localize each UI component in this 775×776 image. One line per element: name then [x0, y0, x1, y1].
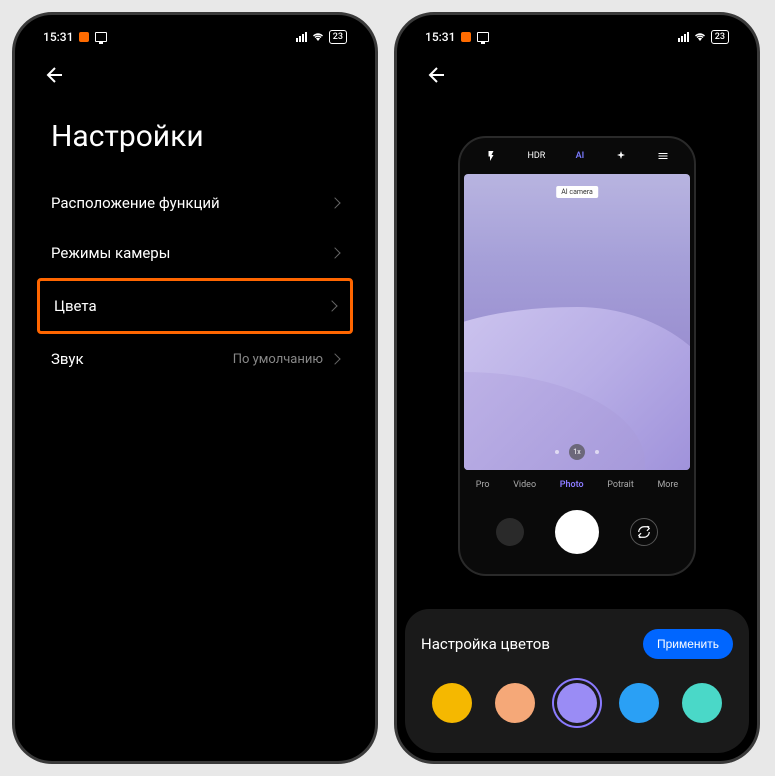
wifi-icon [311, 31, 325, 43]
settings-item-label: Цвета [54, 297, 97, 315]
signal-icon [296, 32, 307, 42]
flash-icon [485, 150, 497, 162]
filter-icon [615, 150, 627, 162]
wifi-icon [693, 31, 707, 43]
screen-settings: 15:31 23 Настройки Расположение функций [23, 23, 367, 753]
status-bar: 15:31 23 [405, 23, 749, 51]
status-right: 23 [296, 30, 347, 44]
status-time: 15:31 [43, 30, 73, 44]
settings-item-label: Расположение функций [51, 194, 220, 212]
status-bar: 15:31 23 [23, 23, 367, 51]
battery-badge: 23 [711, 30, 729, 44]
notification-icon [79, 32, 89, 42]
chevron-right-icon [329, 247, 340, 258]
color-swatch-peach[interactable] [495, 683, 535, 723]
panel-title: Настройка цветов [421, 635, 550, 653]
panel-header: Настройка цветов Применить [421, 629, 733, 659]
status-right: 23 [678, 30, 729, 44]
mode-video: Video [513, 480, 536, 490]
apply-button[interactable]: Применить [643, 629, 733, 659]
settings-list: Расположение функций Режимы камеры Цвета… [23, 178, 367, 384]
color-swatch-teal[interactable] [682, 683, 722, 723]
camera-switch-button [630, 518, 658, 546]
chevron-right-icon [329, 353, 340, 364]
settings-item-label: Режимы камеры [51, 244, 170, 262]
back-arrow-icon [425, 63, 449, 87]
page-title: Настройки [23, 103, 367, 178]
color-row [421, 683, 733, 723]
phone-left: 15:31 23 Настройки Расположение функций [12, 12, 378, 764]
mode-portrait: Potrait [607, 480, 634, 490]
zoom-indicator: 1x [555, 444, 599, 460]
zoom-dot [595, 450, 599, 454]
camera-mock: HDR AI AI camera 1x [458, 136, 696, 576]
back-button[interactable] [23, 51, 367, 103]
cast-icon [477, 32, 489, 42]
color-panel: Настройка цветов Применить [405, 609, 749, 753]
back-arrow-icon [43, 63, 67, 87]
ai-label: AI [576, 151, 585, 161]
color-swatch-blue[interactable] [619, 683, 659, 723]
camera-controls [460, 500, 694, 574]
settings-item-colors[interactable]: Цвета [37, 278, 353, 334]
status-time: 15:31 [425, 30, 455, 44]
battery-badge: 23 [329, 30, 347, 44]
zoom-dot [555, 450, 559, 454]
chevron-right-icon [329, 197, 340, 208]
camera-modes: Pro Video Photo Potrait More [460, 470, 694, 500]
camera-top-bar: HDR AI [460, 138, 694, 174]
zoom-level: 1x [569, 444, 585, 460]
mode-more: More [657, 480, 678, 490]
shutter-button [555, 510, 599, 554]
switch-icon [637, 525, 651, 539]
settings-item-label: Звук [51, 350, 84, 368]
settings-item-value: По умолчанию [233, 352, 323, 367]
camera-viewfinder: AI camera 1x [464, 174, 690, 470]
settings-item-sound[interactable]: Звук По умолчанию [37, 334, 353, 384]
signal-icon [678, 32, 689, 42]
ai-camera-chip: AI camera [556, 186, 598, 198]
notification-icon [461, 32, 471, 42]
chevron-right-icon [326, 300, 337, 311]
phone-right: 15:31 23 HDR AI [394, 12, 760, 764]
color-swatch-purple[interactable] [557, 683, 597, 723]
cast-icon [95, 32, 107, 42]
settings-item-camera-modes[interactable]: Режимы камеры [37, 228, 353, 278]
settings-item-layout[interactable]: Расположение функций [37, 178, 353, 228]
status-left: 15:31 [43, 30, 107, 44]
color-swatch-yellow[interactable] [432, 683, 472, 723]
mode-photo: Photo [560, 480, 584, 490]
mode-pro: Pro [476, 480, 490, 490]
screen-color-settings: 15:31 23 HDR AI [405, 23, 749, 753]
camera-preview-area: HDR AI AI camera 1x [405, 103, 749, 609]
gallery-thumbnail [496, 518, 524, 546]
menu-icon [657, 150, 669, 162]
status-left: 15:31 [425, 30, 489, 44]
back-button[interactable] [405, 51, 749, 103]
hdr-label: HDR [527, 151, 545, 161]
